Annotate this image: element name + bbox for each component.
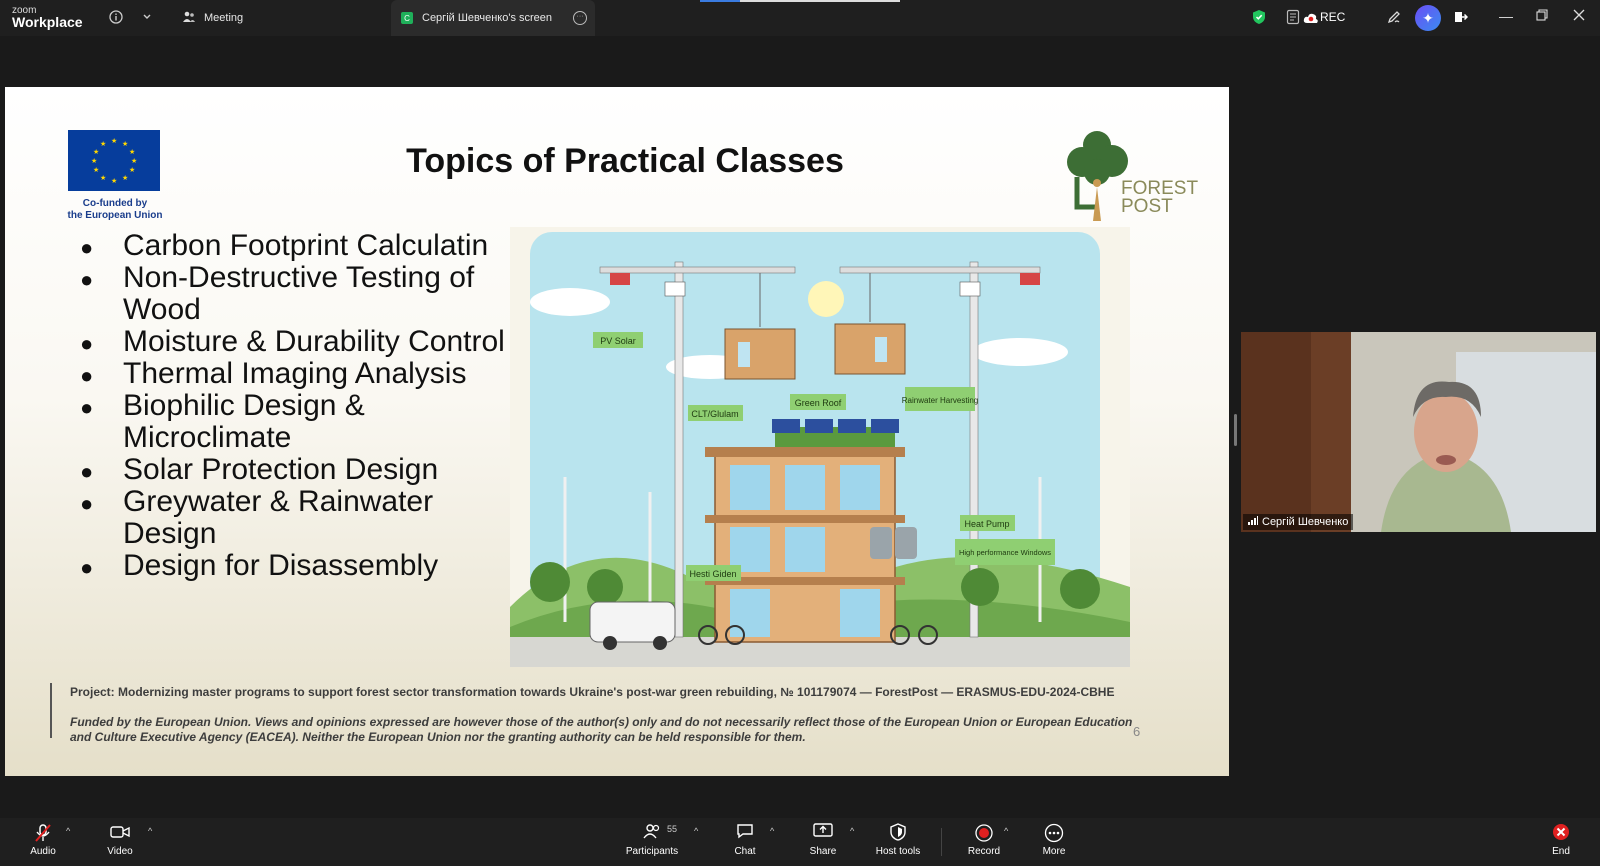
cloud-record-icon — [1302, 9, 1320, 27]
participants-options-chevron-icon[interactable]: ^ — [694, 826, 698, 836]
microphone-muted-icon — [26, 823, 60, 845]
audio-button[interactable]: Audio — [26, 818, 60, 866]
forest-post-wordmark: FOREST POST — [1121, 179, 1198, 217]
view-indicator — [740, 0, 900, 2]
shield-icon[interactable] — [1250, 8, 1268, 26]
more-button[interactable]: More — [1040, 818, 1068, 866]
tab-meeting[interactable]: Meeting — [182, 0, 243, 36]
participant-name: Сергій Шевченко — [1262, 516, 1349, 528]
disclaimer-text: Funded by the European Union. Views and … — [70, 715, 1133, 744]
chat-button[interactable]: Chat — [731, 818, 759, 866]
more-options-icon[interactable]: ··· — [573, 11, 587, 25]
video-options-chevron-icon[interactable]: ^ — [148, 826, 152, 836]
host-tools-shield-icon — [873, 823, 923, 845]
end-meeting-icon — [1550, 823, 1572, 845]
annotate-icon[interactable] — [1385, 8, 1403, 26]
eu-caption: Co-funded by the European Union — [60, 198, 170, 222]
label-hesti-giden: Hesti Giden — [689, 569, 736, 579]
participants-label: Participants — [625, 846, 679, 857]
end-meeting-button[interactable]: End — [1550, 818, 1572, 866]
restore-icon[interactable] — [1536, 8, 1548, 24]
list-item: Thermal Imaging Analysis — [75, 358, 515, 393]
record-button[interactable]: Record — [967, 818, 1001, 866]
recording-status[interactable]: REC — [1320, 10, 1345, 24]
leave-share-icon[interactable] — [1452, 8, 1470, 26]
resize-handle[interactable] — [1234, 414, 1237, 446]
participants-count: 55 — [667, 824, 678, 834]
slide-page-number: 6 — [1133, 724, 1141, 739]
record-options-chevron-icon[interactable]: ^ — [1004, 826, 1008, 836]
label-rainwater-harvesting: Rainwater Harvesting — [902, 396, 978, 405]
audio-label: Audio — [30, 846, 56, 857]
host-tools-button[interactable]: Host tools — [873, 818, 923, 866]
label-pv-solar: PV Solar — [600, 336, 636, 346]
tab-shared-screen[interactable]: C Сергій Шевченко's screen ··· — [391, 0, 595, 36]
logo-line2: POST — [1121, 196, 1173, 217]
record-label: Record — [967, 846, 1001, 857]
label-high-performance-windows: High performance Windows — [959, 548, 1051, 557]
close-icon[interactable] — [1573, 8, 1585, 24]
eu-flag-logo: ★ ★ ★ ★ ★ ★ ★ ★ ★ ★ ★ ★ — [68, 130, 160, 191]
chat-options-chevron-icon[interactable]: ^ — [770, 826, 774, 836]
tab-meeting-label: Meeting — [204, 12, 244, 24]
share-label: Share — [809, 846, 837, 857]
eu-caption-line1: Co-funded by — [82, 198, 148, 209]
tab-screen-label: Сергій Шевченко's screen — [422, 12, 553, 24]
list-item: Solar Protection Design — [75, 454, 515, 489]
view-indicator-active — [700, 0, 740, 2]
record-icon — [967, 823, 1001, 845]
share-screen-icon — [808, 823, 838, 845]
people-icon — [182, 11, 196, 26]
label-green-roof: Green Roof — [795, 398, 842, 408]
screen-share-icon: C — [401, 12, 413, 24]
slide-title: Topics of Practical Classes — [406, 142, 844, 180]
chat-icon — [731, 823, 759, 845]
label-heat-pump: Heat Pump — [964, 519, 1009, 529]
ai-companion-icon[interactable]: ✦ — [1415, 5, 1441, 31]
project-text: Project: Modernizing master programs to … — [70, 685, 1115, 699]
list-item: Moisture & Durability Control — [75, 326, 515, 361]
list-item: Biophilic Design & Microclimate — [75, 390, 515, 454]
video-label: Video — [107, 846, 133, 857]
chevron-down-icon[interactable] — [138, 8, 156, 26]
participant-video — [1241, 332, 1596, 532]
end-label: End — [1552, 846, 1570, 857]
more-icon — [1040, 823, 1068, 845]
toolbar-divider — [941, 828, 942, 856]
chat-label: Chat — [734, 846, 756, 857]
info-icon[interactable] — [107, 8, 125, 26]
footnote-divider — [50, 683, 52, 738]
audio-options-chevron-icon[interactable]: ^ — [66, 826, 70, 836]
sustainable-building-illustration: PV Solar CLT/Glulam Green Roof Rainwater… — [510, 227, 1130, 667]
zoom-workplace-logo: zoom Workplace — [12, 6, 83, 30]
signal-strength-icon — [1248, 516, 1258, 528]
participant-name-tag: Сергій Шевченко — [1243, 514, 1354, 530]
list-item: Greywater & Rainwater Design — [75, 486, 515, 550]
camera-icon — [105, 823, 135, 845]
notes-icon[interactable] — [1284, 8, 1302, 26]
title-bar: zoom Workplace Meeting C Сергій Шевченко… — [0, 0, 1600, 36]
video-button[interactable]: Video — [105, 818, 135, 866]
list-item: Non-Destructive Testing of Wood — [75, 262, 515, 326]
more-label: More — [1042, 846, 1066, 857]
brand-large: Workplace — [12, 14, 83, 30]
share-button[interactable]: Share — [808, 818, 838, 866]
topics-list: Carbon Footprint Calculatin Non-Destruct… — [75, 230, 515, 585]
shared-screen-slide: ★ ★ ★ ★ ★ ★ ★ ★ ★ ★ ★ ★ Co-funded by the… — [5, 87, 1229, 776]
list-item: Design for Disassembly — [75, 550, 515, 585]
host-tools-label: Host tools — [875, 846, 921, 857]
participant-video-tile[interactable]: Сергій Шевченко — [1241, 332, 1596, 532]
meeting-controls-bar: Audio ^ Video ^ Participants 55 ^ Chat ^… — [0, 818, 1600, 866]
minimize-icon[interactable]: — — [1499, 8, 1513, 24]
label-clt-glulam: CLT/Glulam — [691, 409, 738, 419]
eu-caption-line2: the European Union — [67, 210, 163, 221]
share-options-chevron-icon[interactable]: ^ — [850, 826, 854, 836]
list-item: Carbon Footprint Calculatin — [75, 230, 515, 265]
